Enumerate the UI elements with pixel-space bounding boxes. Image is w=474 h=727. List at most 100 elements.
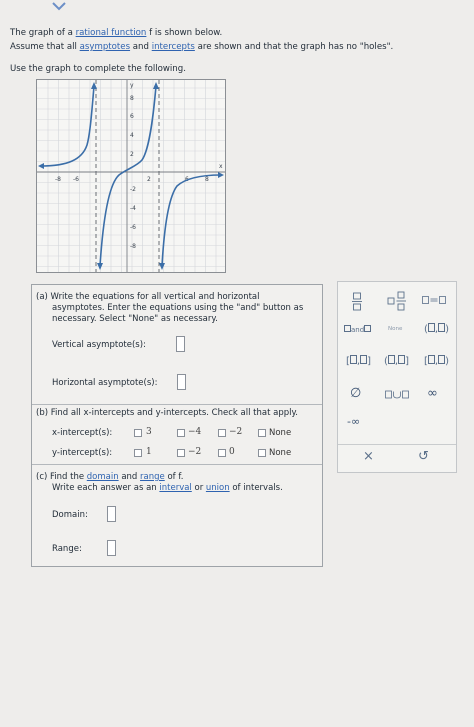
part-a-instructions: asymptotes. Enter the equations using th… (52, 303, 304, 313)
part-c-text: of f. (164, 472, 184, 482)
y-tick-label: 4 (130, 132, 134, 139)
math-keypad: and None (,) [,] (,] [,) ∅ ∞ -∞ × ↺ (337, 281, 457, 473)
problem-intro: The graph of a rational function f is sh… (10, 26, 465, 76)
placeholder-box-icon (360, 355, 368, 364)
infinity-button[interactable]: ∞ (427, 386, 438, 401)
x-tick-label: 2 (147, 176, 151, 183)
placeholder-box-icon (398, 355, 406, 364)
range-input[interactable] (107, 540, 116, 556)
y-tick-label: -6 (130, 224, 136, 231)
y-tick-label: 8 (130, 95, 134, 102)
domain-input[interactable] (107, 506, 116, 522)
keypad-divider (338, 444, 456, 445)
y-intercept-none-label: None (269, 448, 292, 458)
y-tick-label: 2 (130, 151, 134, 158)
y-tick-label: -8 (130, 243, 136, 250)
asymptotes-link[interactable]: asymptotes (80, 42, 130, 52)
y-axis-label: y (130, 82, 134, 89)
closed-interval-button[interactable]: [,] (346, 355, 371, 367)
part-b-instructions: (b) Find all x-intercepts and y-intercep… (36, 408, 299, 418)
part-c-text: Write each answer as an (52, 483, 160, 493)
part-c-section: (c) Find the domain and range of f. Writ… (32, 464, 322, 566)
union-button[interactable] (385, 390, 409, 399)
x-intercept-label: x-intercept(s): (52, 428, 113, 438)
placeholder-box-icon (364, 325, 372, 332)
horizontal-asymptote-input[interactable] (177, 374, 186, 390)
half-open-right-button[interactable]: (,] (384, 355, 409, 367)
collapse-chevron-icon[interactable] (44, 0, 74, 14)
undo-button[interactable]: ↺ (418, 449, 429, 464)
vertical-asymptote-input[interactable] (176, 336, 185, 352)
y-tick-label: -4 (130, 205, 136, 212)
interval-notation-button[interactable] (422, 294, 447, 306)
y-tick-label: 6 (130, 113, 134, 120)
fraction-button[interactable] (352, 292, 362, 311)
mixed-number-button[interactable] (387, 291, 407, 311)
y-intercept-checkbox[interactable] (177, 449, 185, 457)
function-graph: -8 -6 2 6 8 8 6 4 2 -2 -4 -6 -8 x y (36, 79, 226, 273)
curve-arrowheads (38, 82, 224, 270)
open-interval-button[interactable]: (,) (424, 323, 449, 335)
instruction-text: Use the graph to complete the following. (10, 64, 186, 74)
placeholder-box-icon (387, 355, 395, 364)
horizontal-asymptote-label: Horizontal asymptote(s): (52, 378, 158, 388)
union-icon (385, 390, 409, 399)
x-intercept-option: 3 (146, 427, 152, 437)
y-intercept-option: −2 (188, 447, 202, 457)
placeholder-box-icon (427, 355, 435, 364)
and-label: and (351, 326, 365, 334)
part-a-section: (a) Write the equations for all vertical… (32, 285, 322, 405)
vertical-asymptote-label: Vertical asymptote(s): (52, 340, 146, 350)
y-intercept-checkbox[interactable] (134, 449, 142, 457)
rational-function-link[interactable]: rational function (76, 28, 147, 38)
y-intercept-checkbox[interactable] (218, 449, 226, 457)
answer-panel: (a) Write the equations for all vertical… (31, 284, 323, 567)
x-axis-label: x (219, 163, 223, 170)
placeholder-box-icon (427, 323, 435, 332)
placeholder-box-icon (438, 355, 446, 364)
y-intercept-none-checkbox[interactable] (258, 449, 266, 457)
negative-infinity-button[interactable]: -∞ (347, 415, 360, 428)
fraction-icon (352, 292, 362, 311)
x-intercept-checkbox[interactable] (177, 429, 185, 437)
x-tick-label: -6 (73, 176, 79, 183)
x-tick-label: -8 (55, 176, 61, 183)
part-c-text: or (191, 483, 206, 493)
part-a-instructions: necessary. Select "None" as necessary. (52, 314, 218, 324)
intro-text: Assume that all (10, 42, 80, 52)
part-c-text: (c) Find the (36, 472, 87, 482)
part-b-section: (b) Find all x-intercepts and y-intercep… (32, 404, 322, 465)
x-intercept-option: −4 (188, 427, 202, 437)
domain-link[interactable]: domain (87, 472, 119, 482)
part-c-text: of intervals. (229, 483, 283, 493)
part-c-instructions: Write each answer as an interval or unio… (52, 483, 283, 493)
x-intercept-none-checkbox[interactable] (258, 429, 266, 437)
and-button[interactable]: and (344, 325, 372, 335)
empty-set-button[interactable]: ∅ (350, 386, 361, 401)
y-tick-label: -2 (130, 186, 136, 193)
x-intercept-none-label: None (269, 428, 292, 438)
range-link[interactable]: range (140, 472, 165, 482)
intro-text: are shown and that the graph has no "hol… (194, 42, 394, 52)
intercepts-link[interactable]: intercepts (152, 42, 195, 52)
placeholder-box-icon (344, 325, 351, 332)
half-open-left-button[interactable]: [,) (424, 355, 449, 367)
part-a-instructions: (a) Write the equations for all vertical… (36, 292, 260, 302)
x-intercept-checkbox[interactable] (218, 429, 226, 437)
domain-label: Domain: (52, 510, 88, 520)
interval-link[interactable]: interval (159, 483, 191, 493)
x-intercept-checkbox[interactable] (134, 429, 142, 437)
y-intercept-option: 0 (229, 447, 235, 457)
graph-svg: -8 -6 2 6 8 8 6 4 2 -2 -4 -6 -8 x y (37, 80, 225, 272)
interval-notation-icon (422, 296, 446, 304)
y-intercept-option: 1 (146, 447, 152, 457)
mixed-number-icon (387, 291, 406, 311)
clear-button[interactable]: × (363, 449, 374, 464)
union-link[interactable]: union (206, 483, 230, 493)
placeholder-box-icon (438, 323, 446, 332)
x-intercept-option: −2 (229, 427, 243, 437)
intro-text: f is shown below. (146, 28, 223, 38)
range-label: Range: (52, 544, 82, 554)
none-button[interactable]: None (388, 326, 402, 332)
x-tick-label: 8 (205, 176, 209, 183)
